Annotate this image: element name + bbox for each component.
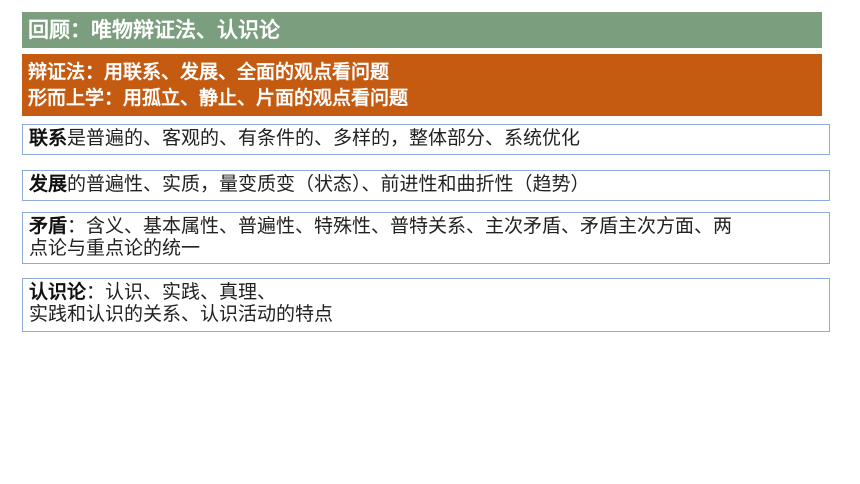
connection-term: 联系 <box>29 127 68 149</box>
epistemology-text-2: 实践和认识的关系、认识活动的特点 <box>29 303 334 325</box>
connection-text: 是普遍的、客观的、有条件的、多样的，整体部分、系统优化 <box>67 127 581 149</box>
epistemology-text-1: ：认识、实践、真理、 <box>86 281 277 303</box>
connection-box: 联系是普遍的、客观的、有条件的、多样的，整体部分、系统优化 <box>22 124 830 155</box>
epistemology-term: 认识论 <box>29 281 87 303</box>
review-title: 回顾：唯物辩证法、认识论 <box>28 18 280 42</box>
development-box: 发展的普遍性、实质，量变质变（状态）、前进性和曲折性（趋势） <box>22 170 830 201</box>
contradiction-text-1: ：含义、基本属性、普遍性、特殊性、普特关系、主次矛盾、矛盾主次方面、两 <box>67 215 733 237</box>
development-term: 发展 <box>29 173 68 195</box>
epistemology-box: 认识论：认识、实践、真理、 实践和认识的关系、认识活动的特点 <box>22 278 830 332</box>
development-text: 的普遍性、实质，量变质变（状态）、前进性和曲折性（趋势） <box>67 173 590 195</box>
dialectics-vs-metaphysics-banner: 辩证法：用联系、发展、全面的观点看问题 形而上学：用孤立、静止、片面的观点看问题 <box>22 54 822 116</box>
contradiction-term: 矛盾 <box>29 215 68 237</box>
contradiction-box: 矛盾：含义、基本属性、普遍性、特殊性、普特关系、主次矛盾、矛盾主次方面、两 点论… <box>22 212 830 264</box>
dialectics-line: 辩证法：用联系、发展、全面的观点看问题 <box>28 61 390 83</box>
review-title-banner: 回顾：唯物辩证法、认识论 <box>22 12 822 48</box>
contradiction-text-2: 点论与重点论的统一 <box>29 237 201 259</box>
epistemology-line-1: 认识论：认识、实践、真理、 <box>29 281 829 303</box>
slide: 回顾：唯物辩证法、认识论 辩证法：用联系、发展、全面的观点看问题 形而上学：用孤… <box>0 0 860 484</box>
metaphysics-line: 形而上学：用孤立、静止、片面的观点看问题 <box>28 87 409 109</box>
contradiction-line-1: 矛盾：含义、基本属性、普遍性、特殊性、普特关系、主次矛盾、矛盾主次方面、两 <box>29 215 829 237</box>
